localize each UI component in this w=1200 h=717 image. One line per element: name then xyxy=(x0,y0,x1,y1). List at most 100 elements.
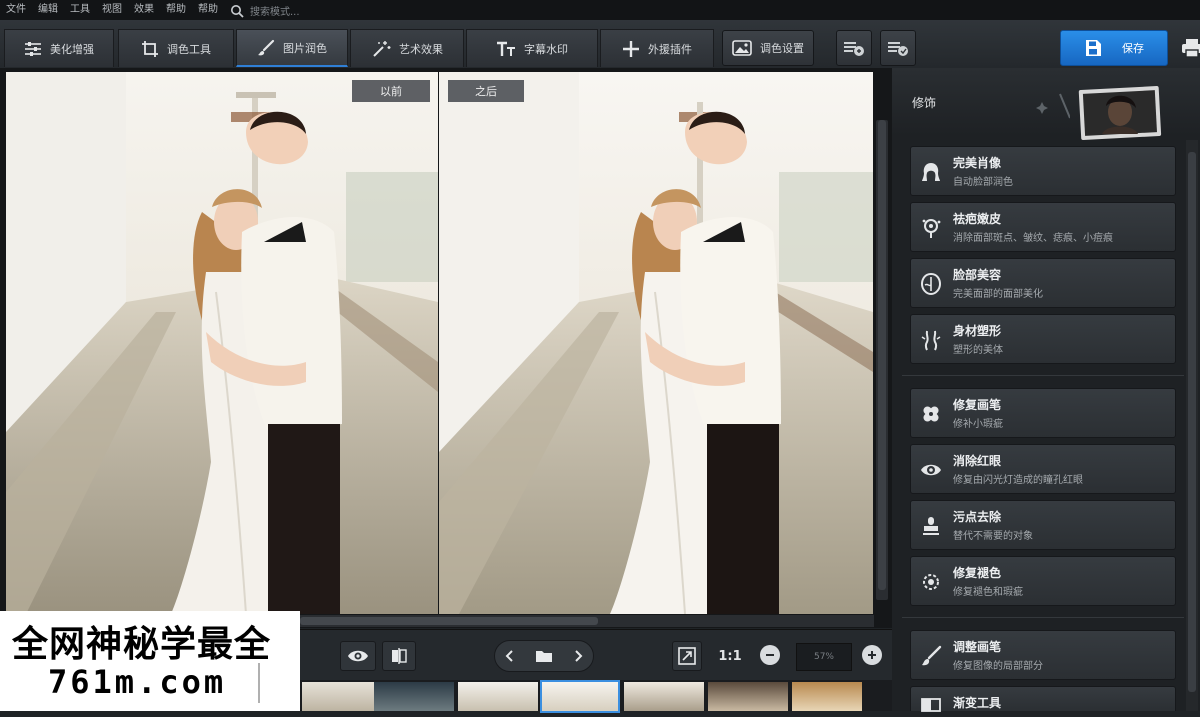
tool-name: 完美肖像 xyxy=(953,156,1002,170)
split-view-icon xyxy=(392,648,407,664)
tool-name: 脸部美容 xyxy=(953,268,1002,282)
before-photo[interactable] xyxy=(6,72,438,614)
tab-retouch-label: 图片润色 xyxy=(283,41,327,55)
tool-name: 祛疤嫩皮 xyxy=(953,212,1002,226)
image-navigation xyxy=(494,640,594,672)
filmstrip-thumbnail[interactable] xyxy=(624,682,704,711)
filmstrip-thumbnail[interactable] xyxy=(302,682,382,711)
menu-edit[interactable]: 编辑 xyxy=(32,0,64,20)
stamp-icon xyxy=(919,514,943,538)
canvas-vertical-scroll-thumb[interactable] xyxy=(878,120,886,590)
body-shape-icon xyxy=(919,328,943,352)
tab-enhance[interactable]: 美化增强 xyxy=(4,29,114,67)
canvas-horizontal-scrollbar[interactable] xyxy=(300,615,874,627)
menu-file[interactable]: 文件 xyxy=(0,0,32,20)
bandage-icon xyxy=(919,402,943,426)
sidebar-scrollbar[interactable] xyxy=(1186,140,1198,711)
tab-art-effects[interactable]: 艺术效果 xyxy=(350,29,464,67)
crop-icon xyxy=(142,40,158,57)
tab-enhance-label: 美化增强 xyxy=(50,42,94,56)
split-view-button[interactable] xyxy=(382,641,416,671)
tool-gradient[interactable]: 渐变工具 xyxy=(910,686,1176,712)
filmstrip xyxy=(300,680,892,713)
tool-spot-removal[interactable]: 污点去除 替代不需要的对象 xyxy=(910,500,1176,550)
tool-description: 消除面部斑点、皱纹、痣痕、小痘痕 xyxy=(953,233,1113,244)
plus-icon xyxy=(868,651,876,659)
tool-description: 修复图像的局部部分 xyxy=(953,661,1043,672)
sidebar-scroll-thumb[interactable] xyxy=(1188,152,1196,692)
adjust-brush-icon xyxy=(919,644,943,668)
tool-name: 消除红眼 xyxy=(953,454,1002,468)
menu-tools[interactable]: 工具 xyxy=(64,0,96,20)
fit-screen-button[interactable] xyxy=(672,641,702,671)
filmstrip-thumbnail[interactable] xyxy=(708,682,788,711)
color-settings-label: 调色设置 xyxy=(760,42,804,55)
print-button[interactable] xyxy=(1178,34,1200,62)
tool-body-shaping[interactable]: 身材塑形 塑形的美体 xyxy=(910,314,1176,364)
tool-red-eye-removal[interactable]: 消除红眼 修复由闪光灯造成的瞳孔红眼 xyxy=(910,444,1176,494)
menu-help[interactable]: 帮助 xyxy=(160,0,192,20)
tool-skin-smoothing[interactable]: 祛疤嫩皮 消除面部斑点、皱纹、痣痕、小痘痕 xyxy=(910,202,1176,252)
tool-face-beauty[interactable]: 脸部美容 完美面部的面部美化 xyxy=(910,258,1176,308)
tab-text-watermark[interactable]: 字幕水印 xyxy=(466,29,598,67)
folder-icon[interactable] xyxy=(535,648,553,664)
tab-plugins[interactable]: 外援插件 xyxy=(600,29,714,67)
tab-plugins-label: 外援插件 xyxy=(648,42,692,56)
preview-toggle-button[interactable] xyxy=(340,641,376,671)
eye-icon xyxy=(348,650,368,662)
sliders-icon xyxy=(25,41,41,56)
magic-wand-icon xyxy=(373,40,391,57)
filmstrip-thumbnail-selected[interactable] xyxy=(540,680,620,713)
search-icon xyxy=(230,3,244,18)
share-icon xyxy=(888,42,908,56)
canvas-horizontal-scroll-thumb[interactable] xyxy=(300,617,598,625)
actual-size-button[interactable]: 1:1 xyxy=(712,641,748,671)
tool-name: 修复画笔 xyxy=(953,398,1002,412)
chevron-left-icon[interactable] xyxy=(504,649,516,663)
tool-description: 完美面部的面部美化 xyxy=(953,289,1043,300)
before-label: 以前 xyxy=(352,80,430,102)
menu-help-2[interactable]: 帮助 xyxy=(192,0,224,20)
sidebar-title: 修饰 xyxy=(912,96,937,110)
filmstrip-thumbnail[interactable] xyxy=(792,682,862,711)
eye-icon xyxy=(919,458,943,482)
printer-icon xyxy=(1182,39,1200,58)
tool-description: 替代不需要的对象 xyxy=(953,531,1033,542)
filmstrip-thumbnail[interactable] xyxy=(458,682,538,711)
sidebar-divider xyxy=(902,375,1184,376)
filmstrip-thumbnail[interactable] xyxy=(374,682,454,711)
face-shape-icon xyxy=(919,272,943,296)
tool-description: 自动脸部润色 xyxy=(953,177,1013,188)
chevron-right-icon[interactable] xyxy=(572,649,584,663)
share-button[interactable] xyxy=(880,30,916,66)
zoom-out-button[interactable] xyxy=(760,645,780,665)
skin-care-icon xyxy=(919,216,943,240)
sparkle-icon xyxy=(1036,93,1070,119)
menu-bar: 文件 编辑 工具 视图 效果 帮助 帮助 搜索模式... xyxy=(0,0,1200,20)
tool-fade-repair[interactable]: 修复褪色 修复褪色和瑕疵 xyxy=(910,556,1176,606)
tool-healing-brush[interactable]: 修复画笔 修补小瑕疵 xyxy=(910,388,1176,438)
batch-button[interactable] xyxy=(836,30,872,66)
main-toolbar: 美化增强 调色工具 图片润色 艺术效果 字幕水印 外援插件 调色设置 保存 xyxy=(0,20,1200,69)
plus-icon xyxy=(623,40,639,57)
color-settings-button[interactable]: 调色设置 xyxy=(722,30,814,66)
tool-description: 塑形的美体 xyxy=(953,345,1003,356)
sidebar-divider xyxy=(902,617,1184,618)
batch-icon xyxy=(844,42,864,56)
portrait-icon xyxy=(919,160,943,184)
menu-view[interactable]: 视图 xyxy=(96,0,128,20)
menu-effects[interactable]: 效果 xyxy=(128,0,160,20)
menu-search[interactable]: 搜索模式... xyxy=(230,3,300,18)
tool-perfect-portrait[interactable]: 完美肖像 自动脸部润色 xyxy=(910,146,1176,196)
canvas-vertical-scrollbar[interactable] xyxy=(876,120,888,600)
zoom-in-button[interactable] xyxy=(862,645,882,665)
zoom-value-field[interactable]: 57% xyxy=(796,643,852,671)
save-button[interactable]: 保存 xyxy=(1060,30,1168,66)
watermark-overlay: 全网神秘学最全 761m.com xyxy=(0,611,300,711)
fit-screen-icon xyxy=(678,647,696,665)
tab-retouch[interactable]: 图片润色 xyxy=(236,29,348,67)
tab-color-tools[interactable]: 调色工具 xyxy=(118,29,234,67)
after-photo[interactable] xyxy=(439,72,873,614)
watermark-url: 761m.com xyxy=(48,663,227,701)
tool-adjustment-brush[interactable]: 调整画笔 修复图像的局部部分 xyxy=(910,630,1176,680)
